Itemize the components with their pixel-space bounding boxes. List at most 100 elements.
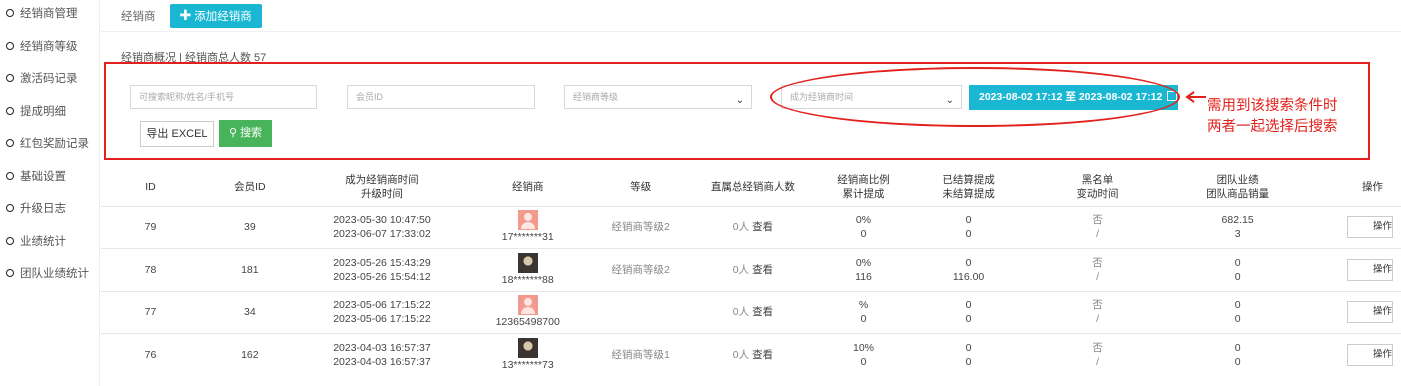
sidebar-item[interactable]: 经销商管理 xyxy=(0,0,99,30)
operate-button[interactable]: 操作 xyxy=(1347,344,1393,366)
plus-icon: ✚ xyxy=(179,7,192,23)
direct-count: 0人 查看 xyxy=(690,220,816,234)
team-sales: 0 xyxy=(1234,270,1241,283)
column-header-line-1: 等级 xyxy=(630,180,652,193)
avatar xyxy=(517,210,538,231)
total-commission: 0 xyxy=(860,228,867,241)
total-commission: 0 xyxy=(860,313,867,326)
dealer-level: 经销商等级1 xyxy=(611,349,670,361)
total-commission: 116 xyxy=(855,270,872,283)
view-link[interactable]: 查看 xyxy=(752,264,773,276)
sidebar-item-label: 红包奖励记录 xyxy=(20,138,89,151)
member-id-input[interactable]: 会员ID xyxy=(347,85,535,109)
table-cell: 00 xyxy=(1169,290,1307,334)
sidebar-item-label: 经销商等级 xyxy=(20,40,78,53)
level-select[interactable]: 经销商等级 ⌄ xyxy=(564,85,752,109)
operate-button[interactable]: 操作 xyxy=(1347,258,1393,281)
dealer-name: 13*******73 xyxy=(501,359,554,371)
direct-count: 0人 查看 xyxy=(690,263,816,277)
table-cell: 操作 xyxy=(1306,290,1401,334)
table-cell: 181 xyxy=(200,248,300,291)
direct-count: 0人 查看 xyxy=(690,348,816,362)
table-cell: 00 xyxy=(911,205,1026,249)
column-header-line-2: 升级时间 xyxy=(360,187,403,200)
annotation-arrow-icon xyxy=(1185,91,1206,103)
column-header: 直属总经销商人数 xyxy=(690,168,816,206)
column-header: 等级 xyxy=(591,168,690,206)
view-link[interactable]: 查看 xyxy=(752,221,773,233)
sidebar-item[interactable]: 基础设置 xyxy=(0,160,99,193)
export-excel-button[interactable]: 导出 EXCEL xyxy=(140,121,214,147)
add-dealer-button[interactable]: ✚ 添加经销商 xyxy=(169,3,262,28)
table-cell: 否 / xyxy=(1025,248,1170,291)
table-cell: 10% 0 xyxy=(815,333,912,376)
sidebar: 经销商管理经销商等级激活码记录 提成明细红包奖励记录 基础设置升级日志业绩统计团队业… xyxy=(0,0,100,386)
column-header-line-1: 已结算提成 xyxy=(942,173,995,186)
sidebar-item[interactable]: 激活码记录 xyxy=(0,62,99,95)
avatar xyxy=(517,252,538,273)
table-cell: 2023-05-06 17:15:22 2023-05-06 17:15:22 xyxy=(299,290,465,334)
operate-button[interactable]: 操作 xyxy=(1347,301,1393,324)
sidebar-item[interactable]: 提成明细 xyxy=(0,95,99,128)
table-cell: 经销商等级2 xyxy=(591,205,691,249)
dealer-name: 18*******88 xyxy=(501,273,554,286)
sidebar-item[interactable]: 团队业绩统计 xyxy=(0,257,99,290)
table-row: 76 162 2023-04-03 16:57:37 2023-04-03 16:57… xyxy=(101,333,1401,376)
dealer-level: 经销商等级2 xyxy=(611,263,670,276)
view-link[interactable]: 查看 xyxy=(752,306,773,318)
search-input[interactable]: 可搜索昵称/姓名/手机号 xyxy=(130,85,317,109)
direct-count-value: 0人 xyxy=(732,306,750,319)
level-select-value: 经销商等级 xyxy=(573,92,619,102)
upgrade-time: 2023-05-26 15:54:12 xyxy=(333,270,431,283)
member-id: 39 xyxy=(244,221,256,234)
sidebar-item-label: 团队业绩统计 xyxy=(20,268,89,281)
join-time: 2023-05-06 17:15:22 xyxy=(333,299,431,312)
table-cell: 78 xyxy=(101,248,201,291)
table-cell: 操作 xyxy=(1306,205,1401,249)
unsettled-commission: 0 xyxy=(965,228,972,241)
table-cell: 13*******73 xyxy=(464,333,592,376)
team-sales: 0 xyxy=(1234,313,1241,326)
row-id: 76 xyxy=(144,349,157,361)
blacklist-status: 否 xyxy=(1092,299,1103,312)
column-header-line-2: 变动时间 xyxy=(1076,187,1119,200)
circle-icon xyxy=(6,269,14,278)
view-link[interactable]: 查看 xyxy=(752,349,773,361)
avatar xyxy=(517,295,538,316)
circle-icon xyxy=(6,41,14,50)
sidebar-item[interactable]: 经销商等级 xyxy=(0,30,99,63)
blacklist-change-time: / xyxy=(1096,228,1099,241)
blacklist-status: 否 xyxy=(1092,214,1103,227)
sidebar-item[interactable]: 红包奖励记录 xyxy=(0,127,99,160)
table-cell: 操作 xyxy=(1306,248,1401,291)
column-header-line-1: ID xyxy=(145,180,156,193)
tab-dealer[interactable]: 经销商 xyxy=(121,8,156,24)
search-button[interactable]: ⚲ 搜索 xyxy=(219,120,272,147)
dealer-ratio: % xyxy=(858,299,869,312)
table-cell: 12365498700 xyxy=(464,290,592,334)
sidebar-item-label: 基础设置 xyxy=(20,170,66,183)
dealer-level: 经销商等级2 xyxy=(611,221,670,234)
upgrade-time: 2023-05-06 17:15:22 xyxy=(333,313,431,326)
table-cell: 00 xyxy=(911,333,1026,376)
circle-icon xyxy=(6,74,14,83)
team-performance: 0 xyxy=(1234,256,1241,269)
blacklist-status: 否 xyxy=(1092,342,1103,354)
member-id: 34 xyxy=(244,306,256,319)
sidebar-item[interactable]: 升级日志 xyxy=(0,192,99,225)
sidebar-item-label: 业绩统计 xyxy=(20,235,66,248)
operate-button[interactable]: 操作 xyxy=(1347,216,1393,239)
unsettled-commission: 0 xyxy=(965,313,972,326)
dealer-name: 17*******31 xyxy=(501,231,554,244)
dealer-name: 12365498700 xyxy=(495,316,560,329)
column-header: 会员ID xyxy=(200,168,300,206)
table-cell: 0人 查看 xyxy=(690,205,816,249)
column-header: 经销商比例 累计提成 xyxy=(816,168,912,206)
column-header: 成为经销商时间 升级时间 xyxy=(300,168,464,206)
sidebar-item[interactable]: 业绩统计 xyxy=(0,225,99,258)
add-dealer-label: 添加经销商 xyxy=(194,10,252,23)
table-cell: 2023-04-03 16:57:37 2023-04-03 16:57:37 xyxy=(299,333,465,376)
table-cell: % 0 xyxy=(815,290,912,334)
table-cell: 0人 查看 xyxy=(690,333,816,376)
table-cell: 经销商等级2 xyxy=(591,248,691,291)
